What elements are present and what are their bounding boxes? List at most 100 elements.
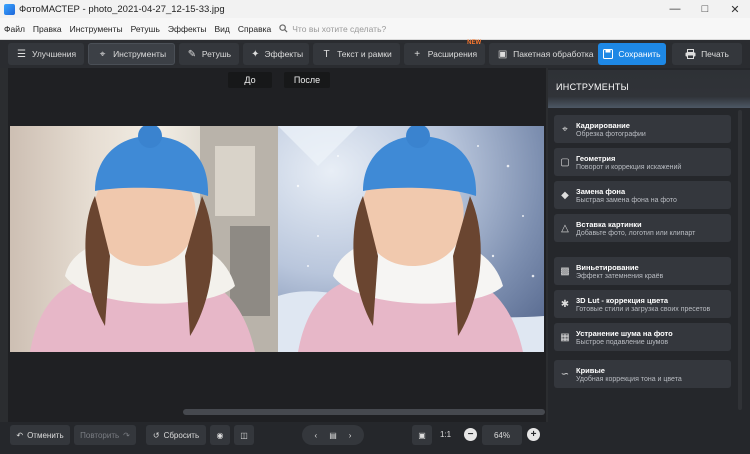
magic-wand-icon: ✦ (251, 48, 260, 60)
zoom-in-button[interactable]: + (527, 428, 540, 441)
tab-label: Улучшения (32, 49, 77, 59)
menu-view[interactable]: Вид (211, 24, 234, 34)
panel-scrollbar[interactable] (738, 110, 742, 410)
tool-denoise[interactable]: ▦ Устранение шума на фото Быстрое подавле… (554, 323, 731, 351)
menu-effects[interactable]: Эффекты (164, 24, 211, 34)
reset-label: Сбросить (163, 430, 200, 440)
menu-search[interactable]: Что вы хотите сделать? (279, 24, 386, 34)
tool-crop[interactable]: ⌖ Кадрирование Обрезка фотографии (554, 115, 731, 143)
next-arrow-icon[interactable]: › (349, 431, 352, 440)
sliders-icon: ☰ (17, 48, 26, 60)
tool-vignette[interactable]: ▩ Виньетирование Эффект затемнения краёв (554, 257, 731, 285)
tab-label: Ретушь (201, 49, 232, 59)
folder-icon[interactable]: ▤ (329, 431, 337, 440)
minimize-icon[interactable]: — (660, 0, 690, 18)
tool-desc: Удобная коррекция тона и цвета (576, 375, 682, 383)
print-button[interactable]: Печать (672, 43, 742, 65)
tab-label: Пакетная обработка (513, 49, 594, 59)
tool-desc: Готовые стили и загрузка своих пресетов (576, 305, 711, 313)
lut-icon: ✱ (560, 298, 570, 310)
tool-name: Замена фона (576, 186, 626, 196)
compare-icon: ◫ (240, 430, 248, 440)
menu-tools[interactable]: Инструменты (66, 24, 127, 34)
maximize-icon[interactable]: □ (690, 0, 720, 18)
tool-desc: Эффект затемнения краёв (576, 272, 664, 280)
crop-icon: ⌖ (99, 48, 106, 60)
menu-help[interactable]: Справка (234, 24, 275, 34)
curves-icon: ∽ (560, 368, 570, 380)
plus-icon: + (530, 429, 537, 440)
tool-desc: Добавьте фото, логотип или клипарт (576, 229, 696, 237)
file-navigation: ‹ ▤ › (302, 425, 364, 445)
denoise-icon: ▦ (560, 331, 570, 343)
brush-icon: ✎ (187, 48, 197, 60)
reset-icon: ↺ (152, 430, 160, 440)
tool-name: Кадрирование (576, 120, 630, 130)
tab-text-frames[interactable]: T Текст и рамки (313, 43, 400, 65)
zoom-level[interactable]: 64% (482, 425, 522, 445)
window-title: ФотоМАСТЕР - photo_2021-04-27_12-15-33.j… (19, 3, 225, 15)
panel-title: ИНСТРУМЕНТЫ (556, 82, 629, 92)
redo-icon: ↷ (123, 430, 130, 440)
undo-label: Отменить (27, 430, 64, 440)
background-icon: ◆ (561, 189, 569, 201)
eye-icon: ◉ (216, 430, 224, 440)
scrollbar-thumb[interactable] (183, 409, 545, 415)
reset-button[interactable]: ↺ Сбросить (146, 425, 206, 445)
before-photo (10, 126, 278, 352)
horizontal-scrollbar[interactable] (8, 409, 546, 415)
tool-curves[interactable]: ∽ Кривые Удобная коррекция тона и цвета (554, 360, 731, 388)
zoom-out-button[interactable]: − (464, 428, 477, 441)
tab-extensions[interactable]: + Расширения NEW (403, 40, 486, 65)
crop-icon: ⌖ (562, 123, 568, 135)
tab-effects[interactable]: ✦ Эффекты (243, 43, 310, 65)
tool-desc: Быстрое подавление шумов (576, 338, 669, 346)
redo-button[interactable]: Повторить ↷ (74, 425, 136, 445)
undo-button[interactable]: ↶ Отменить (10, 425, 70, 445)
menu-retouch[interactable]: Ретушь (127, 24, 164, 34)
tool-desc: Обрезка фотографии (576, 130, 646, 138)
tool-name: Кривые (576, 365, 605, 375)
fit-to-screen-button[interactable]: ▣ (412, 425, 432, 445)
tool-3d-lut[interactable]: ✱ 3D Lut - коррекция цвета Готовые стили … (554, 290, 731, 318)
tool-insert-image[interactable]: △ Вставка картинки Добавьте фото, логотип… (554, 214, 731, 242)
tool-name: Вставка картинки (576, 219, 642, 229)
fit-screen-icon: ▣ (418, 430, 426, 440)
minus-icon: − (467, 429, 474, 440)
undo-icon: ↶ (16, 430, 24, 440)
menu-file[interactable]: Файл (0, 24, 29, 34)
save-button[interactable]: Сохранить (598, 43, 666, 65)
image-stack-icon: ▣ (497, 48, 508, 60)
tab-label: Эффекты (264, 49, 304, 59)
compare-button[interactable]: ◫ (234, 425, 254, 445)
tab-batch[interactable]: ▣ Пакетная обработка (489, 43, 602, 65)
window-controls: — □ ✕ (660, 0, 750, 18)
tool-geometry[interactable]: ▢ Геометрия Поворот и коррекция искажений (554, 148, 731, 176)
vignette-icon: ▩ (560, 265, 570, 277)
geometry-icon: ▢ (560, 156, 570, 168)
tab-label: Текст и рамки (337, 49, 392, 59)
zoom-value: 64% (493, 430, 510, 440)
tab-retouch[interactable]: ✎ Ретушь (179, 43, 240, 65)
menu-bar: Файл Правка Инструменты Ретушь Эффекты В… (0, 18, 750, 40)
app-logo-icon (4, 3, 15, 15)
tab-tools[interactable]: ⌖ Инструменты (88, 43, 176, 65)
tab-label: Инструменты (113, 49, 167, 59)
insert-image-icon: △ (561, 222, 569, 234)
after-photo (278, 126, 544, 352)
tab-enhance[interactable]: ☰ Улучшения (8, 43, 85, 65)
tool-background-replace[interactable]: ◆ Замена фона Быстрая замена фона на фото (554, 181, 731, 209)
after-label: После (284, 72, 330, 88)
save-label: Сохранить (618, 49, 661, 59)
redo-label: Повторить (80, 430, 120, 440)
preview-eye-button[interactable]: ◉ (210, 425, 230, 445)
tab-label: Расширения (427, 49, 478, 59)
tool-name: Устранение шума на фото (576, 328, 673, 338)
search-input[interactable]: Что вы хотите сделать? (292, 24, 386, 34)
prev-arrow-icon[interactable]: ‹ (315, 431, 318, 440)
close-icon[interactable]: ✕ (720, 0, 750, 18)
tool-name: Геометрия (576, 153, 616, 163)
text-icon: T (323, 48, 330, 60)
ratio-1-1-button[interactable]: 1:1 (440, 430, 451, 439)
menu-edit[interactable]: Правка (29, 24, 66, 34)
